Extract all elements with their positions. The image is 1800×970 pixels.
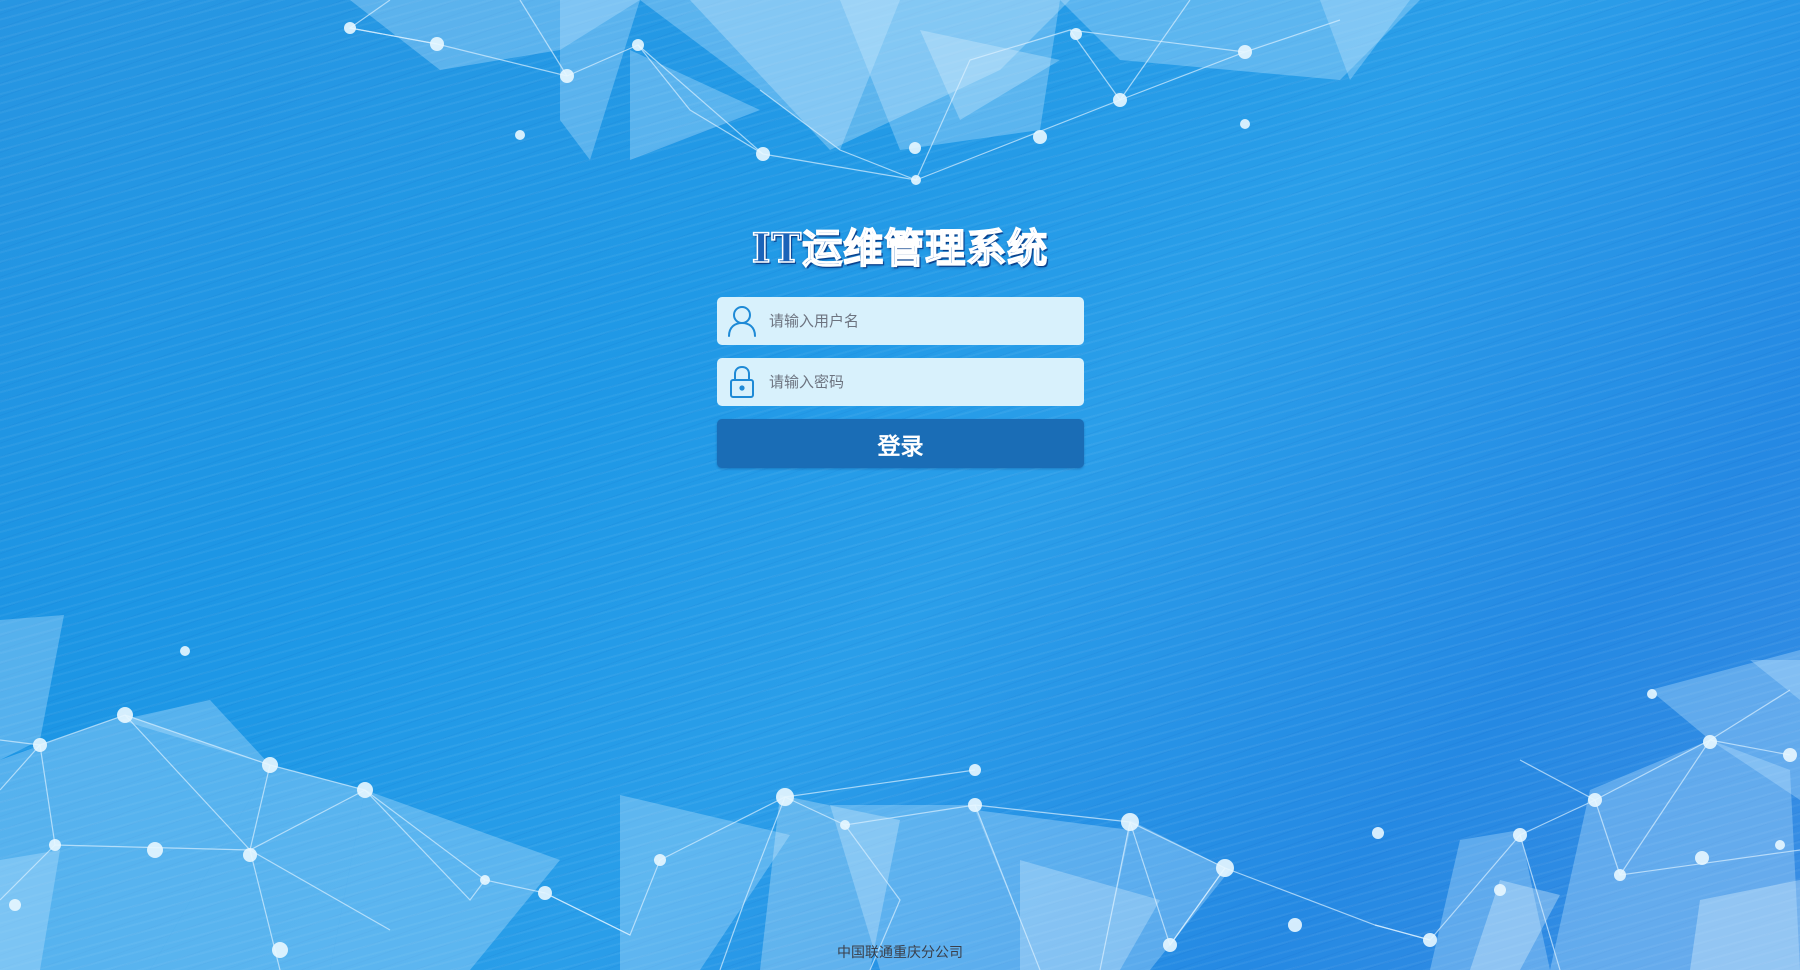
login-page: IT运维管理系统 登录 中国联通重庆分公司: [0, 0, 1800, 970]
app-title: IT运维管理系统: [751, 224, 1049, 273]
username-input[interactable]: [769, 297, 1074, 345]
lock-icon: [723, 363, 761, 401]
background-streaks: [0, 0, 1800, 970]
login-button[interactable]: 登录: [717, 419, 1084, 468]
user-icon: [723, 302, 761, 340]
network-mesh-decoration: [0, 0, 1800, 970]
password-field[interactable]: [717, 358, 1084, 406]
footer-company: 中国联通重庆分公司: [837, 945, 963, 961]
password-input[interactable]: [769, 358, 1074, 406]
username-field[interactable]: [717, 297, 1084, 345]
